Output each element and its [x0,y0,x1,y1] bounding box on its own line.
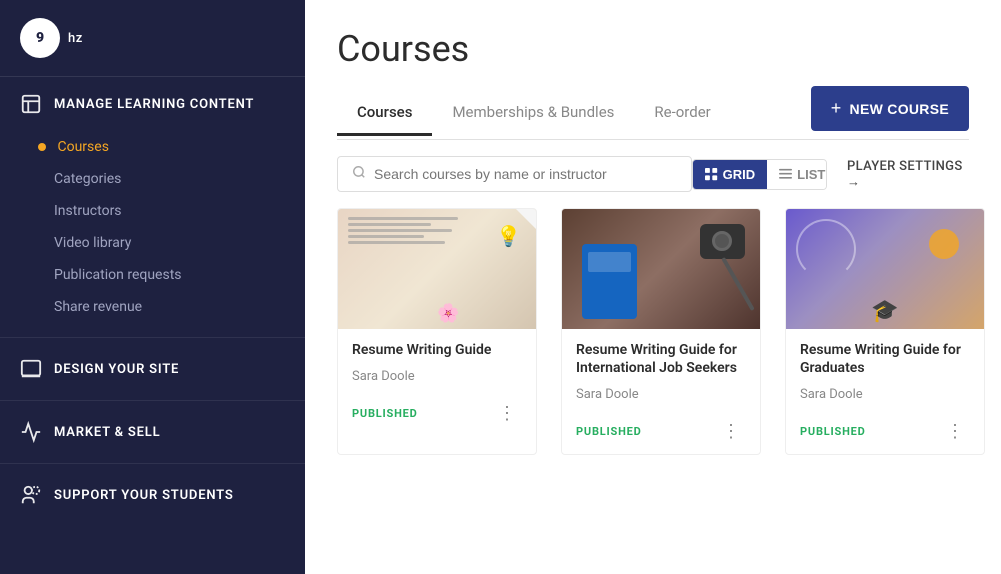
course-card-2[interactable]: Resume Writing Guide for International J… [561,208,761,455]
section-design-site-label: DESIGN YOUR SITE [54,362,179,377]
course-footer-1: PUBLISHED ⋮ [338,394,536,436]
sidebar-item-publication-requests[interactable]: Publication requests [54,259,305,291]
active-indicator [38,143,46,151]
search-box[interactable] [337,156,692,192]
course-title-3: Resume Writing Guide for Graduates [800,341,970,377]
thumb-line-3 [348,229,452,232]
more-menu-button-1[interactable]: ⋮ [492,402,522,424]
thumb-2-content [562,209,760,329]
thumb-line-5 [348,241,445,244]
thumb-text-block [348,217,486,247]
view-controls: GRID LIST PLAYER SETTINGS → [692,159,969,190]
divider-1 [0,337,305,338]
grid-icon [705,168,718,181]
sidebar-item-share-revenue[interactable]: Share revenue [54,291,305,323]
status-badge-3: PUBLISHED [800,425,866,438]
logo-text: hz [68,31,83,46]
support-students-icon [20,484,42,506]
tab-courses[interactable]: Courses [337,91,432,136]
thumb-3-content: 🎓 [786,209,984,329]
manage-learning-sub-items: Courses Categories Instructors Video lib… [0,131,305,333]
sun-icon [929,229,959,259]
design-site-icon [20,358,42,380]
sidebar-logo[interactable]: 9 hz [0,0,305,77]
section-support-students: SUPPORT YOUR STUDENTS [0,468,305,522]
divider-3 [0,463,305,464]
plus-icon: + [831,98,842,119]
crowd-icon: 🎓 [871,299,898,324]
manage-learning-icon [20,93,42,115]
sidebar-item-categories[interactable]: Categories [54,163,305,195]
new-course-button[interactable]: + NEW COURSE [811,86,969,131]
course-author-2: Sara Doole [576,387,746,402]
toolbar: GRID LIST PLAYER SETTINGS → [305,140,1001,208]
section-market-sell-header[interactable]: MARKET & SELL [0,405,305,459]
desk-lamp-icon: 💡 [496,224,521,248]
camera-lens [712,231,732,251]
course-author-3: Sara Doole [800,387,970,402]
section-manage-learning-label: MANAGE LEARNING CONTENT [54,97,254,112]
course-footer-2: PUBLISHED ⋮ [562,412,760,454]
section-design-site-header[interactable]: DESIGN YOUR SITE [0,342,305,396]
course-thumbnail-2 [562,209,760,329]
status-badge-2: PUBLISHED [576,425,642,438]
thumb-line-2 [348,223,431,226]
sidebar-item-video-library[interactable]: Video library [54,227,305,259]
section-market-sell-label: MARKET & SELL [54,425,160,440]
tabs-row: Courses Memberships & Bundles Re-order +… [337,86,969,140]
thumb-1-content: 💡 🌸 [338,209,536,329]
section-manage-learning-header[interactable]: MANAGE LEARNING CONTENT [0,77,305,131]
course-title-2: Resume Writing Guide for International J… [576,341,746,377]
tab-memberships[interactable]: Memberships & Bundles [432,91,634,136]
more-menu-button-2[interactable]: ⋮ [716,420,746,442]
section-support-students-header[interactable]: SUPPORT YOUR STUDENTS [0,468,305,522]
course-footer-3: PUBLISHED ⋮ [786,412,984,454]
flowers-icon: 🌸 [437,303,459,324]
thumb-line-1 [348,217,458,220]
sidebar-item-instructors[interactable]: Instructors [54,195,305,227]
new-course-label: NEW COURSE [850,101,949,117]
course-title-1: Resume Writing Guide [352,341,522,359]
course-info-3: Resume Writing Guide for Graduates Sara … [786,329,984,402]
search-icon [352,165,366,183]
thumb-line-4 [348,235,424,238]
market-sell-icon [20,421,42,443]
section-manage-learning: MANAGE LEARNING CONTENT Courses Categori… [0,77,305,333]
tab-reorder[interactable]: Re-order [634,91,730,136]
logo-icon: 9 [20,18,60,58]
course-info-2: Resume Writing Guide for International J… [562,329,760,402]
camera-icon [700,224,745,259]
section-market-sell: MARKET & SELL [0,405,305,459]
course-card-3[interactable]: 🎓 Resume Writing Guide for Graduates Sar… [785,208,985,455]
course-thumbnail-3: 🎓 [786,209,984,329]
passport-icon [582,244,637,319]
main-content: Courses Courses Memberships & Bundles Re… [305,0,1001,574]
list-view-button[interactable]: LIST [767,160,827,189]
section-design-site: DESIGN YOUR SITE [0,342,305,396]
status-badge-1: PUBLISHED [352,407,418,420]
main-header: Courses Courses Memberships & Bundles Re… [305,0,1001,140]
sidebar-item-courses[interactable]: Courses [54,131,305,163]
more-menu-button-3[interactable]: ⋮ [940,420,970,442]
pen-icon [721,257,754,311]
list-icon [779,168,792,181]
player-settings-link[interactable]: PLAYER SETTINGS → [847,159,969,190]
ferris-wheel-icon [796,219,856,279]
tabs: Courses Memberships & Bundles Re-order [337,91,731,135]
view-btn-group: GRID LIST [692,159,827,190]
course-card-1[interactable]: 💡 🌸 Resume Writing Guide Sara Doole PUBL… [337,208,537,455]
sidebar: 9 hz MANAGE LEARNING CONTENT Courses Cat… [0,0,305,574]
course-grid: 💡 🌸 Resume Writing Guide Sara Doole PUBL… [305,208,1001,479]
course-info-1: Resume Writing Guide Sara Doole [338,329,536,384]
course-thumbnail-1: 💡 🌸 [338,209,536,329]
course-author-1: Sara Doole [352,369,522,384]
section-support-students-label: SUPPORT YOUR STUDENTS [54,488,234,503]
page-title: Courses [337,28,969,70]
grid-view-button[interactable]: GRID [693,160,768,189]
divider-2 [0,400,305,401]
search-input[interactable] [374,166,677,182]
